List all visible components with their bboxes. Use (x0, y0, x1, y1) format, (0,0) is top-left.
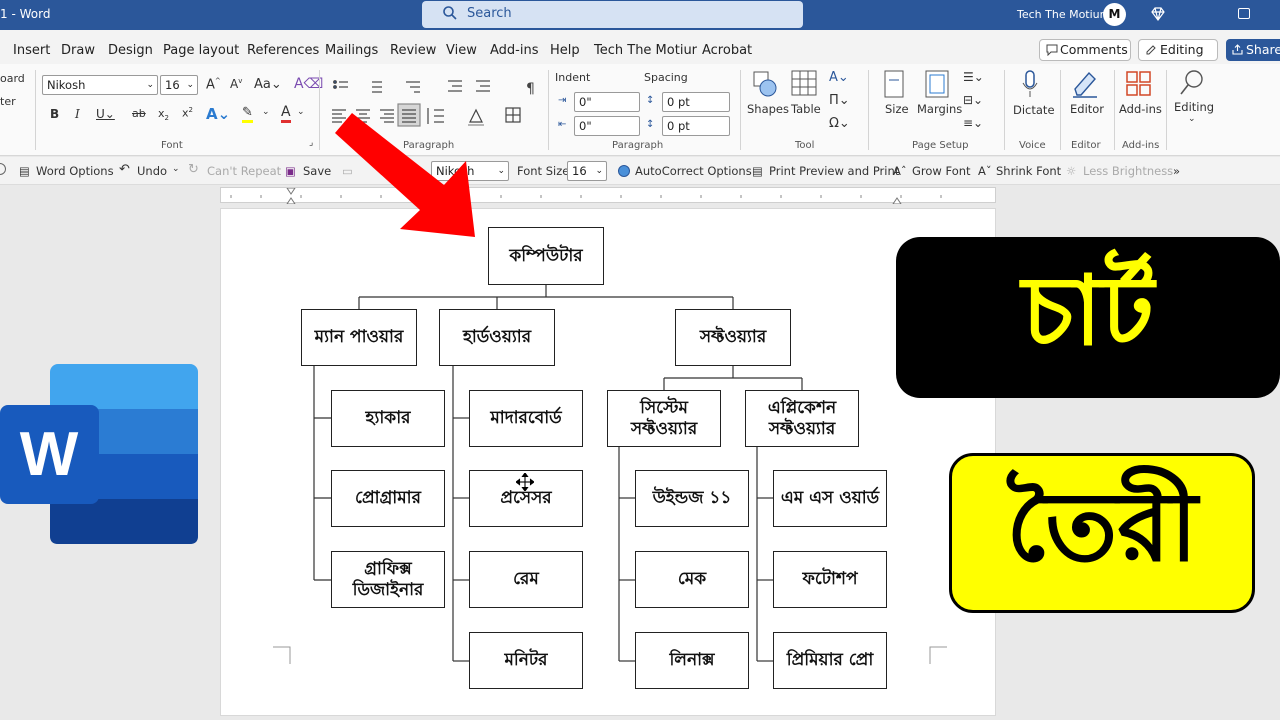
red-arrow-icon (335, 113, 475, 237)
chart-node-ms-word[interactable]: এম এস ওয়ার্ড (773, 470, 887, 527)
move-cursor-icon (516, 473, 534, 491)
chart-node-manpower[interactable]: ম্যান পাওয়ার (301, 309, 417, 366)
node-line-1: সিস্টেম (640, 398, 688, 419)
chart-node-system-software[interactable]: সিস্টেম সফ্টওয়্যার (607, 390, 721, 447)
svg-text:W: W (20, 420, 79, 489)
chart-node-hacker[interactable]: হ্যাকার (331, 390, 445, 447)
chart-node-motherboard[interactable]: মাদারবোর্ড (469, 390, 583, 447)
chart-node-programmer[interactable]: প্রোগ্রামার (331, 470, 445, 527)
word-logo-icon: W (0, 364, 198, 544)
node-line-1: এপ্লিকেশন (767, 398, 837, 419)
chart-node-mac[interactable]: মেক (635, 551, 749, 608)
chart-node-ram[interactable]: রেম (469, 551, 583, 608)
chart-node-premiere-pro[interactable]: প্রিমিয়ার প্রো (773, 632, 887, 689)
banner-create-title: তৈরী (949, 453, 1255, 613)
chart-node-application-software[interactable]: এপ্লিকেশন সফ্টওয়্যার (745, 390, 859, 447)
chart-node-windows[interactable]: উইন্ডজ ১১ (635, 470, 749, 527)
chart-node-photoshop[interactable]: ফটোশপ (773, 551, 887, 608)
node-line-2: সফ্টওয়্যার (768, 418, 836, 439)
chart-node-graphics-designer[interactable]: গ্রাফিক্স ডিজাইনার (331, 551, 445, 608)
node-line-1: গ্রাফিক্স (364, 559, 412, 580)
chart-node-hardware[interactable]: হার্ডওয়্যার (439, 309, 555, 366)
chart-node-monitor[interactable]: মনিটর (469, 632, 583, 689)
node-line-2: ডিজাইনার (352, 579, 424, 600)
chart-node-software[interactable]: সফ্টওয়্যার (675, 309, 791, 366)
banner-chart-title: চার্ট (896, 237, 1280, 398)
chart-node-computer[interactable]: কম্পিউটার (488, 227, 604, 285)
chart-node-linux[interactable]: লিনাক্স (635, 632, 749, 689)
node-line-2: সফ্টওয়্যার (630, 418, 698, 439)
